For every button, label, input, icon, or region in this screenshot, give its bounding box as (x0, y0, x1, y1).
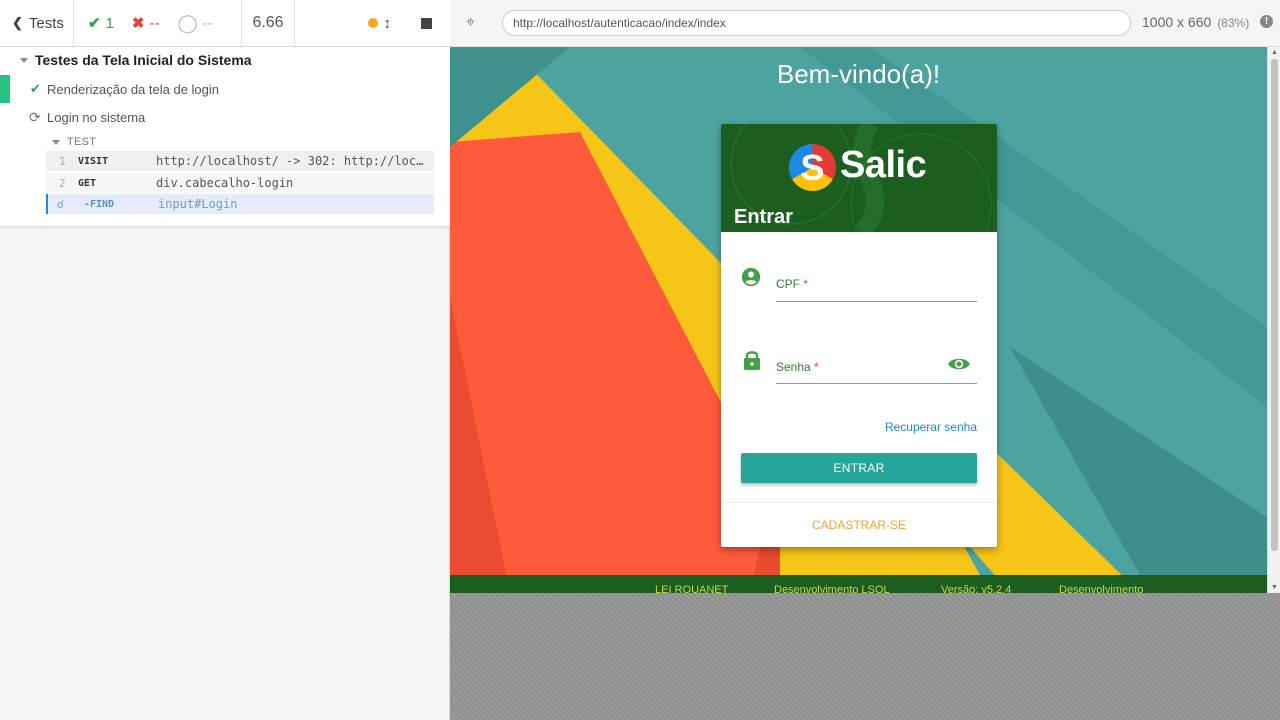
login-card-header: S Salic Entrar (721, 124, 997, 232)
viewport-size: 1000 x 660 (83%) (1142, 14, 1250, 30)
pending-circle-icon: ◯ (177, 12, 198, 33)
suite-title[interactable]: Testes da Tela Inicial do Sistema (20, 52, 252, 68)
footer-link[interactable]: Desenvolvimento LSOL (774, 584, 890, 593)
command-message: div.cabecalho-login (156, 176, 294, 190)
resize-icon[interactable]: ↕ (384, 15, 392, 32)
caret-down-icon (52, 139, 60, 145)
cpf-input[interactable] (776, 301, 977, 302)
caret-down-icon (20, 57, 28, 63)
scroll-up-icon[interactable]: ▲ (1271, 49, 1278, 56)
runner-toolbar: ❮ Tests ✔ 1 ✖ -- ◯ -- 6.66 ↕ (0, 0, 450, 47)
check-icon: ✔ (88, 15, 101, 32)
test-label: Renderização da tela de login (47, 81, 220, 97)
scrollbar[interactable]: ▲ ▼ (1267, 47, 1280, 593)
login-card: S Salic Entrar CPF * Senha * Recuperar s… (721, 124, 997, 547)
app-under-test-pane: ⌖ http://localhost/autenticacao/index/in… (450, 0, 1280, 720)
footer-link[interactable]: LEI ROUANET (655, 584, 728, 593)
lock-icon (744, 351, 760, 370)
url-bar: ⌖ http://localhost/autenticacao/index/in… (450, 0, 1280, 47)
test-runner-panel: ❮ Tests ✔ 1 ✖ -- ◯ -- 6.66 ↕ Testes da T… (0, 0, 450, 720)
info-icon[interactable]: ! (1260, 15, 1273, 28)
test-item-running[interactable]: ⟳ Login no sistema (0, 103, 450, 131)
x-icon: ✖ (131, 15, 145, 32)
command-row[interactable]: 2 GET div.cabecalho-login (46, 173, 434, 193)
loading-icon: ☌ (57, 197, 64, 211)
runner-controls: ↕ (295, 0, 450, 46)
passed-indicator (0, 75, 10, 103)
logo-letter: S (800, 147, 825, 188)
command-row[interactable]: 1 VISIT http://localhost/ -> 302: http:/… (46, 151, 434, 171)
footer-link: Versão: v5.2.4 (941, 584, 1012, 593)
recover-password-link[interactable]: Recuperar senha (885, 420, 977, 434)
pending-count: ◯ -- (177, 12, 213, 33)
test-stats: ✔ 1 ✖ -- ◯ -- (74, 0, 242, 46)
card-title: Entrar (734, 206, 793, 228)
back-label: Tests (28, 14, 64, 32)
refresh-icon: ⟳ (29, 108, 41, 125)
entrar-button[interactable]: ENTRAR (741, 453, 977, 483)
command-message: input#Login (158, 197, 238, 211)
command-name: GET (78, 177, 97, 189)
check-icon: ✔ (30, 81, 41, 96)
running-dot-icon: ↕ (367, 15, 392, 32)
command-message: http://localhost/ -> 302: http://localho… (156, 154, 424, 168)
register-link[interactable]: CADASTRAR-SE (721, 518, 997, 532)
divider (721, 502, 997, 503)
test-item-passed[interactable]: ✔ Renderização da tela de login (0, 75, 450, 103)
account-circle-icon (741, 267, 761, 287)
test-section-header[interactable]: TEST (52, 136, 96, 148)
command-name: -FIND (84, 198, 115, 210)
senha-input[interactable] (776, 383, 977, 384)
footer-link[interactable]: Desenvolvimento (1059, 584, 1143, 593)
command-row-active[interactable]: ☌ -FIND input#Login (46, 194, 434, 214)
reporter: Testes da Tela Inicial do Sistema ✔ Rend… (0, 47, 450, 227)
eye-icon[interactable] (947, 356, 971, 372)
crosshair-icon[interactable]: ⌖ (466, 14, 475, 32)
passed-count: ✔ 1 (88, 14, 114, 33)
senha-label: Senha * (776, 360, 819, 374)
command-name: VISIT (78, 155, 109, 167)
back-to-tests-button[interactable]: ❮ Tests (0, 0, 74, 46)
cpf-label: CPF * (776, 277, 809, 291)
duration: 6.66 (242, 0, 295, 46)
url-input[interactable]: http://localhost/autenticacao/index/inde… (502, 10, 1131, 36)
page-footer: LEI ROUANET Desenvolvimento LSOL Versão:… (450, 575, 1267, 593)
scroll-down-icon[interactable]: ▼ (1271, 584, 1278, 591)
test-label: Login no sistema (47, 109, 146, 125)
failed-count: ✖ -- (131, 14, 160, 33)
scroll-thumb[interactable] (1271, 59, 1278, 551)
welcome-title: Bem-vindo(a)! (776, 59, 941, 89)
chevron-left-icon: ❮ (12, 15, 23, 30)
stop-icon[interactable] (421, 17, 432, 29)
aut-viewport: Bem-vindo(a)! S Salic Entrar CPF * Senha… (450, 47, 1280, 593)
logo-text: Salic (840, 144, 927, 186)
